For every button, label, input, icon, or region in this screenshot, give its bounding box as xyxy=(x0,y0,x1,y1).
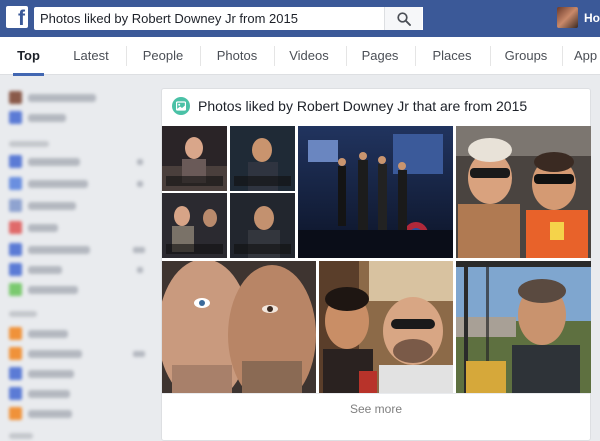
photo-icon xyxy=(172,97,190,115)
tab-videos[interactable]: Videos xyxy=(285,37,333,75)
groups-icon xyxy=(9,243,22,256)
photos-icon xyxy=(9,283,22,296)
profile-name-link[interactable]: Hom xyxy=(584,11,600,25)
photo-street-selfie[interactable] xyxy=(319,261,453,393)
see-more-link[interactable]: See more xyxy=(162,402,590,416)
tab-separator xyxy=(346,46,347,66)
watch-icon xyxy=(9,199,22,212)
create-page-icon xyxy=(9,407,22,420)
tab-photos[interactable]: Photos xyxy=(212,37,262,75)
card-title[interactable]: Photos liked by Robert Downey Jr that ar… xyxy=(198,98,527,114)
tab-pages[interactable]: Pages xyxy=(358,37,402,75)
events-icon xyxy=(9,221,22,234)
tab-top[interactable]: Top xyxy=(10,37,47,76)
left-sidebar xyxy=(0,75,150,441)
avatar xyxy=(9,91,22,104)
search-query-text: Photos liked by Robert Downey Jr from 20… xyxy=(40,11,298,26)
search-icon xyxy=(397,12,411,26)
page-feed-icon xyxy=(9,347,22,360)
facebook-logo-icon[interactable]: f xyxy=(6,6,28,30)
photo-avengers-premiere[interactable] xyxy=(298,126,453,258)
tab-groups[interactable]: Groups xyxy=(502,37,550,75)
like-pages-icon xyxy=(9,367,22,380)
sidebar-section-heading xyxy=(9,311,37,317)
tab-separator xyxy=(415,46,416,66)
messenger-icon xyxy=(9,177,22,190)
tab-separator xyxy=(490,46,491,66)
sidebar-section-heading xyxy=(9,141,49,147)
sidebar-section-heading xyxy=(9,433,33,439)
photos-results-card: Photos liked by Robert Downey Jr that ar… xyxy=(161,88,591,441)
feed-icon xyxy=(9,155,22,168)
photo-close-up-faces[interactable] xyxy=(162,261,316,393)
tab-separator xyxy=(562,46,563,66)
tab-places[interactable]: Places xyxy=(427,37,477,75)
photo-car-selfie-sunglasses[interactable] xyxy=(456,126,591,258)
tab-latest[interactable]: Latest xyxy=(68,37,114,75)
card-divider xyxy=(162,393,590,394)
news-feed-icon xyxy=(9,111,22,124)
tab-people[interactable]: People xyxy=(138,37,188,75)
photo-interview-collage[interactable] xyxy=(162,126,295,258)
tab-separator xyxy=(200,46,201,66)
tab-apps[interactable]: App xyxy=(574,37,600,75)
top-navigation-bar: f Photos liked by Robert Downey Jr from … xyxy=(0,0,600,37)
search-filter-tabs: Top Latest People Photos Videos Pages Pl… xyxy=(0,37,600,76)
search-button[interactable] xyxy=(384,7,422,30)
tab-separator xyxy=(126,46,127,66)
tab-separator xyxy=(274,46,275,66)
create-ad-icon xyxy=(9,387,22,400)
pages-icon xyxy=(9,327,22,340)
search-input[interactable]: Photos liked by Robert Downey Jr from 20… xyxy=(34,7,423,30)
photo-balcony-portrait[interactable] xyxy=(456,261,591,393)
user-avatar[interactable] xyxy=(557,7,578,28)
saved-icon xyxy=(9,263,22,276)
